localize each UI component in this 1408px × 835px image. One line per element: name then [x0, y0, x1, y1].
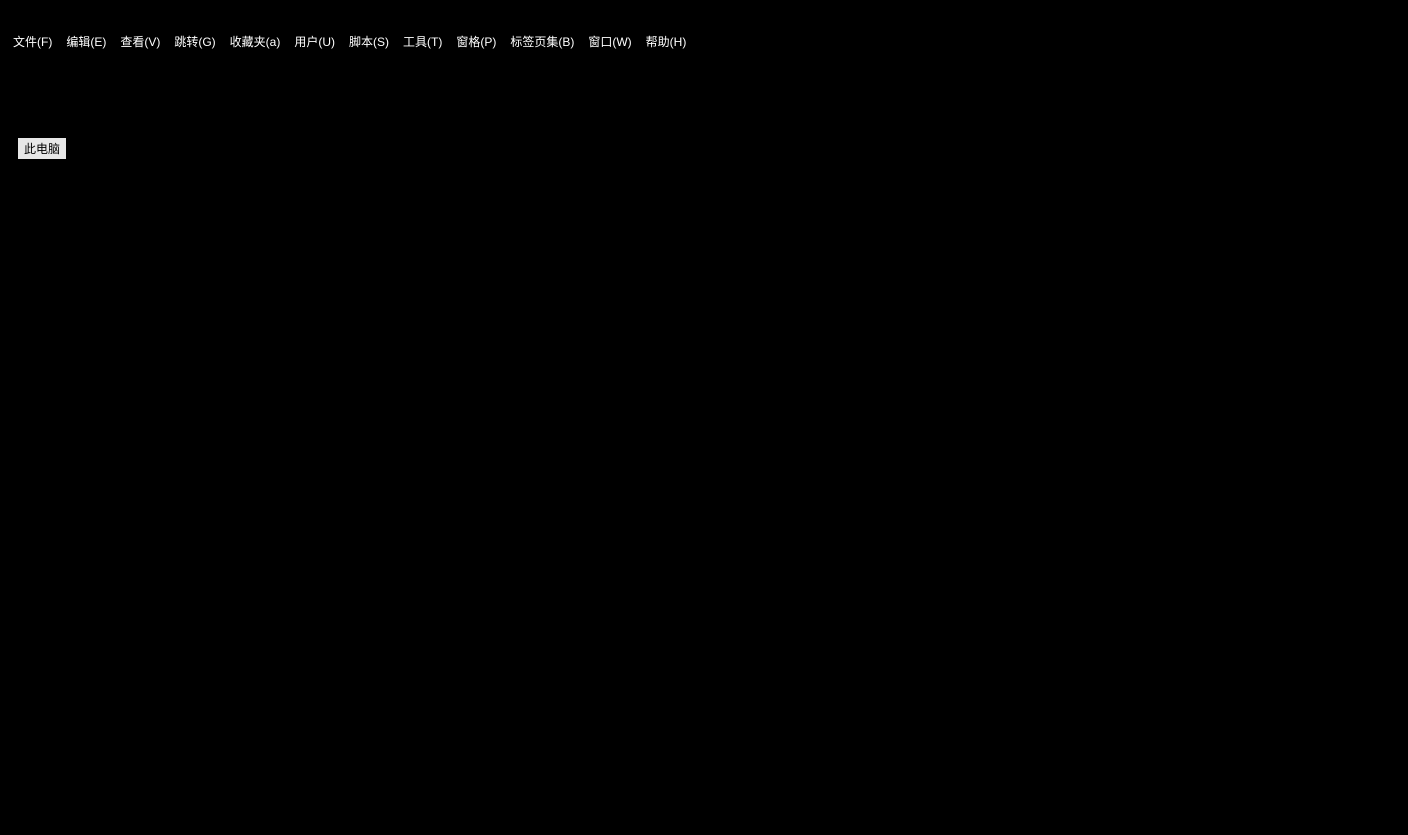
menu-goto[interactable]: 跳转(G): [167, 31, 222, 52]
menubar: 文件(F) 编辑(E) 查看(V) 跳转(G) 收藏夹(a) 用户(U) 脚本(…: [0, 0, 1408, 50]
menu-tabset[interactable]: 标签页集(B): [503, 31, 581, 52]
content-area: 此电脑: [0, 50, 1408, 835]
menu-window[interactable]: 窗口(W): [581, 31, 638, 52]
menu-view[interactable]: 查看(V): [113, 31, 167, 52]
menu-tools[interactable]: 工具(T): [396, 31, 449, 52]
menu-user[interactable]: 用户(U): [287, 31, 342, 52]
menu-edit[interactable]: 编辑(E): [59, 31, 113, 52]
menu-help[interactable]: 帮助(H): [639, 31, 694, 52]
menu-favorites[interactable]: 收藏夹(a): [223, 31, 288, 52]
menu-script[interactable]: 脚本(S): [342, 31, 396, 52]
menu-pane[interactable]: 窗格(P): [449, 31, 503, 52]
menu-file[interactable]: 文件(F): [6, 31, 59, 52]
this-pc-item[interactable]: 此电脑: [18, 138, 66, 159]
